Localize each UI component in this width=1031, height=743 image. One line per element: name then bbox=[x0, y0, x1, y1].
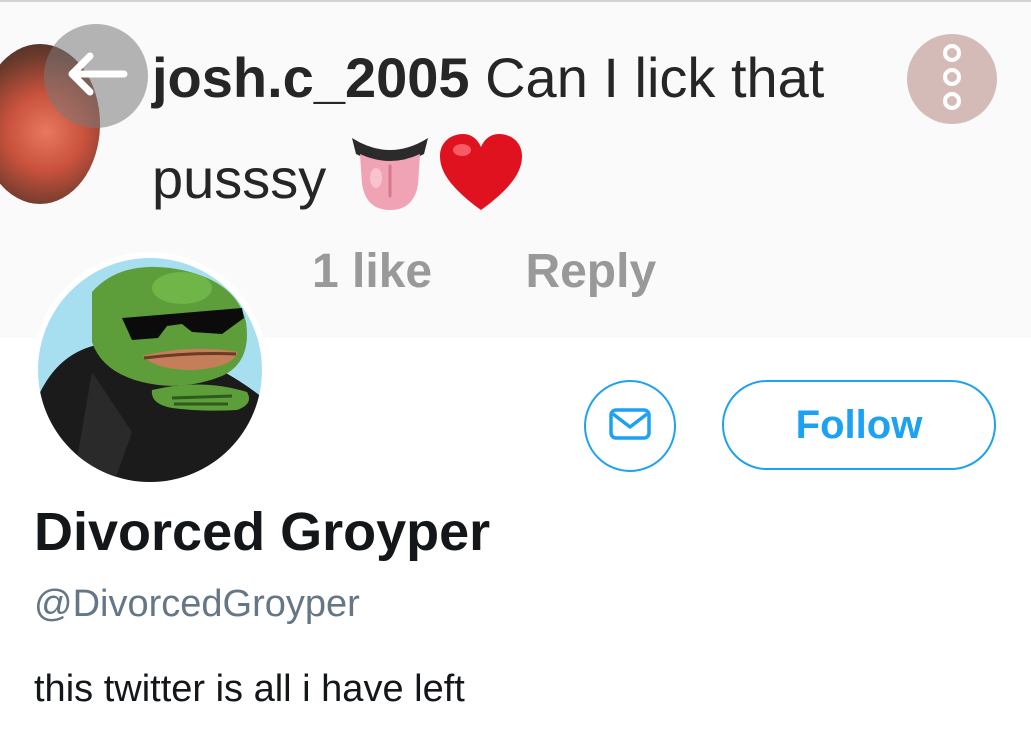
profile-bio: this twitter is all i have left bbox=[34, 668, 465, 710]
back-button[interactable] bbox=[44, 24, 148, 128]
arrow-left-icon bbox=[64, 50, 128, 103]
follow-button[interactable]: Follow bbox=[722, 380, 996, 470]
comment-reply-link[interactable]: Reply bbox=[525, 245, 656, 298]
message-button[interactable] bbox=[584, 380, 676, 472]
comment-text-2: pusssy bbox=[152, 146, 327, 210]
profile-display-name: Divorced Groyper bbox=[34, 502, 491, 562]
tongue-emoji-icon bbox=[348, 132, 432, 225]
more-vertical-icon bbox=[940, 41, 964, 118]
comment-meta: 1 like Reply bbox=[312, 242, 656, 302]
comment-text-1: Can I lick that bbox=[485, 46, 825, 109]
profile-avatar[interactable] bbox=[32, 252, 268, 488]
heart-emoji-icon bbox=[438, 132, 524, 225]
comment-line-2: pusssy bbox=[152, 132, 524, 225]
envelope-icon bbox=[608, 407, 652, 446]
comment-username: josh.c_2005 bbox=[152, 46, 470, 109]
more-options-button[interactable] bbox=[907, 34, 997, 124]
profile-handle: @DivorcedGroyper bbox=[34, 583, 360, 625]
comment-likes[interactable]: 1 like bbox=[312, 245, 432, 298]
comment-line-1: josh.c_2005 Can I lick that bbox=[152, 46, 824, 110]
